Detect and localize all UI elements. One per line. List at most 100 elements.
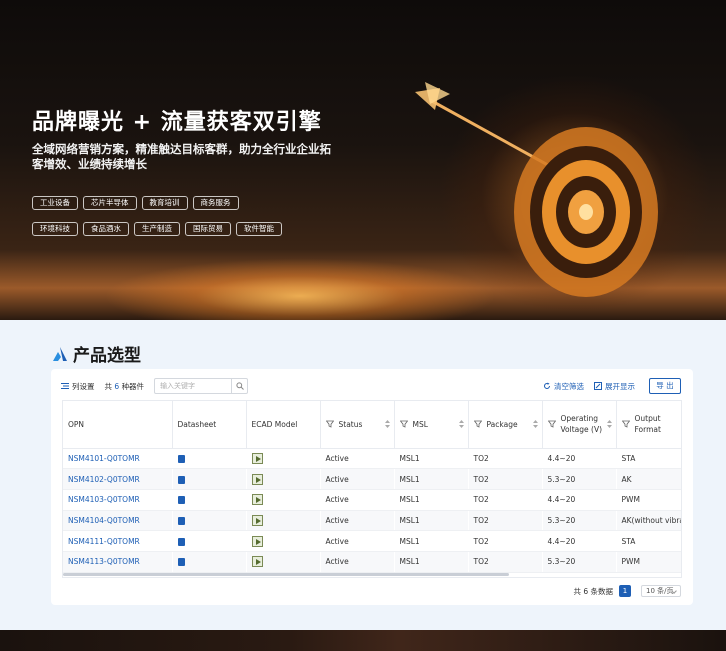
opn-link[interactable]: NSM4102-Q0TOMR bbox=[68, 475, 140, 484]
industry-tag[interactable]: 芯片半导体 bbox=[83, 196, 137, 210]
cell-output: PWM bbox=[616, 489, 681, 511]
table-row: NSM4113-Q0TOMR Active MSL1 TO2 5.3~20 PWM bbox=[63, 551, 681, 573]
cell-package: TO2 bbox=[468, 530, 542, 552]
opn-link[interactable]: NSM4101-Q0TOMR bbox=[68, 454, 140, 463]
header-datasheet-label: Datasheet bbox=[177, 419, 217, 429]
cell-opn[interactable]: NSM4103-Q0TOMR bbox=[63, 489, 172, 511]
industry-tag[interactable]: 食品酒水 bbox=[83, 222, 129, 236]
datasheet-icon[interactable] bbox=[177, 454, 185, 463]
ecad-model-icon[interactable] bbox=[251, 473, 263, 485]
expand-display-label: 展开显示 bbox=[605, 381, 635, 391]
cell-opn[interactable]: NSM4104-Q0TOMR bbox=[63, 510, 172, 532]
cell-ecad[interactable] bbox=[246, 489, 320, 511]
industry-tag[interactable]: 软件智能 bbox=[236, 222, 282, 236]
cell-opn[interactable]: NSM4101-Q0TOMR bbox=[63, 448, 172, 470]
column-settings-button[interactable]: 列设置 bbox=[61, 381, 95, 392]
opn-link[interactable]: NSM4111-Q0TOMR bbox=[68, 537, 140, 546]
page-button-current[interactable]: 1 bbox=[619, 585, 631, 597]
filter-icon[interactable] bbox=[621, 420, 630, 428]
header-voltage[interactable]: Operating Voltage (V) bbox=[542, 401, 617, 449]
filter-icon[interactable] bbox=[399, 420, 408, 428]
export-button[interactable]: 导 出 bbox=[649, 378, 681, 394]
cell-ecad[interactable] bbox=[246, 530, 320, 552]
opn-link[interactable]: NSM4113-Q0TOMR bbox=[68, 557, 140, 566]
page-size-select[interactable]: 10 条/页 bbox=[641, 585, 681, 597]
datasheet-icon[interactable] bbox=[177, 537, 185, 546]
industry-tag[interactable]: 商务服务 bbox=[192, 196, 239, 210]
product-selection-card: 列设置 共 6 种器件 输入关键字 清空筛选 展开显示 导 出 OPN Data… bbox=[51, 369, 693, 605]
cell-status: Active bbox=[320, 510, 394, 532]
search-input[interactable]: 输入关键字 bbox=[154, 378, 233, 394]
datasheet-icon[interactable] bbox=[177, 516, 185, 525]
expand-display-button[interactable]: 展开显示 bbox=[594, 381, 635, 392]
opn-link[interactable]: NSM4104-Q0TOMR bbox=[68, 516, 140, 525]
filter-icon[interactable] bbox=[325, 420, 334, 428]
industry-tag[interactable]: 生产制造 bbox=[134, 222, 180, 236]
cell-status: Active bbox=[320, 468, 394, 490]
sort-icon[interactable] bbox=[606, 420, 612, 429]
filter-icon[interactable] bbox=[547, 420, 556, 428]
industry-tag[interactable]: 国际贸易 bbox=[185, 222, 231, 236]
cell-voltage: 4.4~20 bbox=[542, 530, 616, 552]
count-value: 6 bbox=[114, 381, 120, 391]
cell-opn[interactable]: NSM4113-Q0TOMR bbox=[63, 551, 172, 573]
industry-tag[interactable]: 环境科技 bbox=[32, 222, 78, 236]
pagination-total: 共 6 条数据 bbox=[573, 586, 613, 596]
datasheet-icon[interactable] bbox=[177, 558, 185, 567]
cell-datasheet[interactable] bbox=[172, 489, 246, 511]
header-msl[interactable]: MSL bbox=[394, 401, 469, 449]
cell-datasheet[interactable] bbox=[172, 530, 246, 552]
industry-tag[interactable]: 工业设备 bbox=[32, 196, 78, 210]
cell-output: AK(without vibrati bbox=[616, 510, 681, 532]
cell-opn[interactable]: NSM4111-Q0TOMR bbox=[63, 530, 172, 552]
column-settings-label: 列设置 bbox=[72, 381, 95, 391]
product-table: OPN Datasheet ECAD Model Status MSL Pack… bbox=[62, 400, 682, 578]
datasheet-icon[interactable] bbox=[177, 496, 185, 505]
datasheet-icon[interactable] bbox=[177, 475, 185, 484]
clear-filter-button[interactable]: 清空筛选 bbox=[543, 381, 584, 392]
header-output-label: Output Format bbox=[634, 414, 661, 435]
cell-ecad[interactable] bbox=[246, 468, 320, 490]
sort-icon[interactable] bbox=[458, 420, 464, 429]
cell-status: Active bbox=[320, 530, 394, 552]
cell-ecad[interactable] bbox=[246, 510, 320, 532]
cell-status: Active bbox=[320, 489, 394, 511]
opn-link[interactable]: NSM4103-Q0TOMR bbox=[68, 495, 140, 504]
sort-icon[interactable] bbox=[384, 420, 390, 429]
cell-datasheet[interactable] bbox=[172, 510, 246, 532]
ecad-model-icon[interactable] bbox=[251, 452, 263, 464]
table-row: NSM4102-Q0TOMR Active MSL1 TO2 5.3~20 AK bbox=[63, 468, 681, 490]
table-row: NSM4101-Q0TOMR Active MSL1 TO2 4.4~20 STA bbox=[63, 448, 681, 470]
table-row: NSM4104-Q0TOMR Active MSL1 TO2 5.3~20 AK(with… bbox=[63, 510, 681, 532]
search-icon bbox=[235, 382, 244, 390]
search-button[interactable] bbox=[232, 378, 249, 394]
cell-ecad[interactable] bbox=[246, 551, 320, 573]
cell-package: TO2 bbox=[468, 510, 542, 532]
sort-icon[interactable] bbox=[532, 420, 538, 429]
cell-datasheet[interactable] bbox=[172, 551, 246, 573]
filter-icon[interactable] bbox=[473, 420, 482, 428]
ecad-model-icon[interactable] bbox=[251, 556, 263, 568]
header-output[interactable]: Output Format bbox=[616, 401, 681, 449]
cell-datasheet[interactable] bbox=[172, 468, 246, 490]
cell-ecad[interactable] bbox=[246, 448, 320, 470]
cell-voltage: 4.4~20 bbox=[542, 448, 616, 470]
header-ecad-label: ECAD Model bbox=[251, 419, 298, 429]
cell-status: Active bbox=[320, 448, 394, 470]
cell-datasheet[interactable] bbox=[172, 448, 246, 470]
horizontal-scrollbar[interactable] bbox=[63, 573, 509, 576]
header-package[interactable]: Package bbox=[468, 401, 543, 449]
cell-output: STA bbox=[616, 530, 681, 552]
ecad-model-icon[interactable] bbox=[251, 514, 263, 526]
table-row: NSM4111-Q0TOMR Active MSL1 TO2 4.4~20 STA bbox=[63, 530, 681, 552]
cell-voltage: 5.3~20 bbox=[542, 468, 616, 490]
cell-opn[interactable]: NSM4102-Q0TOMR bbox=[63, 468, 172, 490]
target-illustration bbox=[514, 127, 658, 297]
ecad-model-icon[interactable] bbox=[251, 535, 263, 547]
industry-tag[interactable]: 教育培训 bbox=[141, 196, 188, 210]
table-toolbar: 列设置 共 6 种器件 输入关键字 清空筛选 展开显示 导 出 bbox=[61, 377, 681, 395]
expand-icon bbox=[594, 382, 602, 390]
ecad-model-icon[interactable] bbox=[251, 494, 263, 506]
hero-subtitle: 全域网络营销方案，精准触达目标客群，助力全行业企业拓客增效、业绩持续增长 bbox=[32, 142, 331, 171]
header-status[interactable]: Status bbox=[320, 401, 395, 449]
